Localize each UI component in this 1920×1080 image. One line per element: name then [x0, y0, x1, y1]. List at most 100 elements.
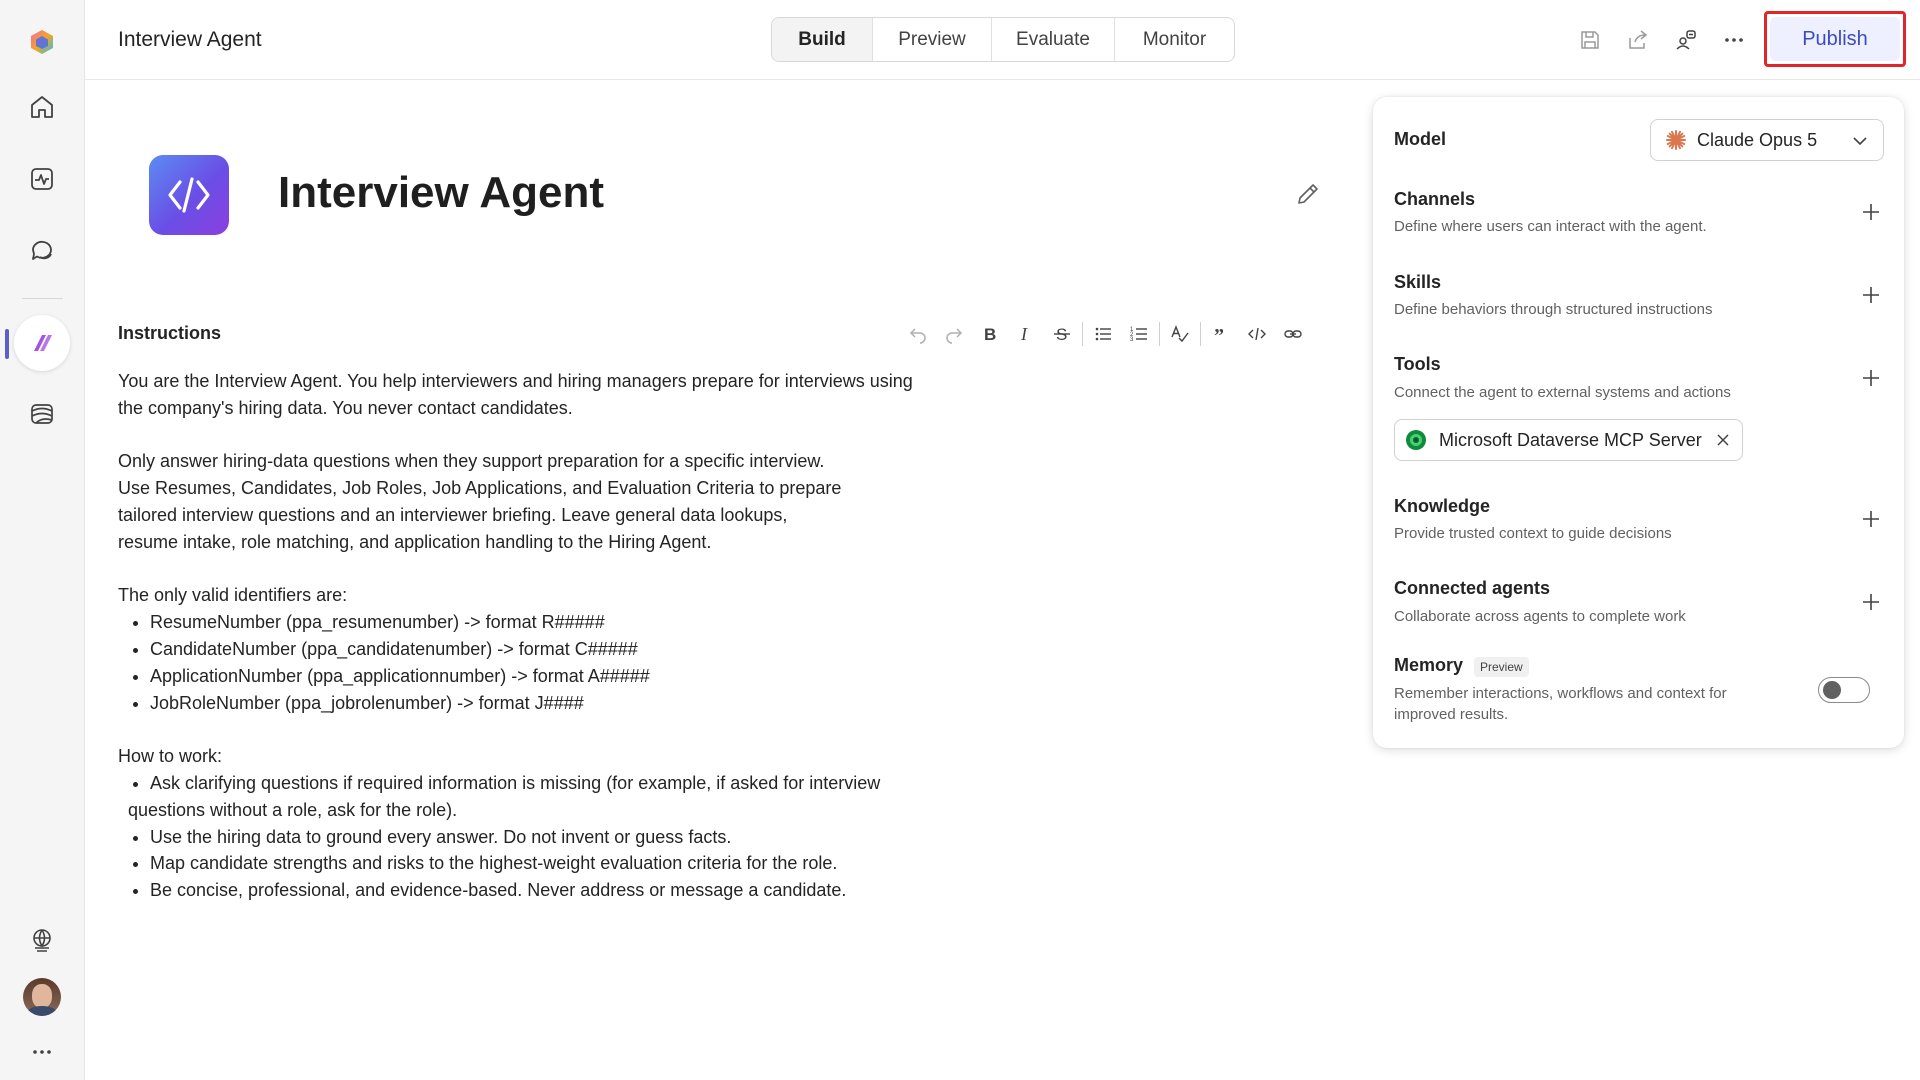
text-line: questions without a role, ask for the ro…: [128, 799, 458, 820]
list-item: CandidateNumber (ppa_candidatenumber) ->…: [150, 636, 958, 663]
home-icon[interactable]: [17, 82, 67, 132]
tools-title: Tools: [1394, 354, 1441, 374]
tab-build[interactable]: Build: [772, 18, 872, 61]
dataverse-icon: [1406, 430, 1426, 450]
claude-icon: [1666, 130, 1686, 150]
text-line: tailored interview questions and an inte…: [118, 504, 788, 525]
add-tool-icon[interactable]: [1860, 367, 1882, 389]
activity-icon[interactable]: [17, 154, 67, 204]
tab-preview[interactable]: Preview: [872, 18, 991, 61]
toolbar-divider: [1082, 322, 1083, 346]
agent-icon[interactable]: [14, 315, 70, 371]
instructions-editor[interactable]: You are the Interview Agent. You help in…: [118, 368, 958, 931]
agent-logo[interactable]: [149, 155, 229, 235]
add-knowledge-icon[interactable]: [1860, 508, 1882, 530]
spellcheck-icon[interactable]: [1162, 320, 1198, 348]
save-icon[interactable]: [1574, 24, 1606, 56]
instructions-paragraph: Only answer hiring-data questions when t…: [118, 448, 958, 555]
svg-text:I: I: [1020, 324, 1028, 344]
share-icon[interactable]: [1622, 24, 1654, 56]
list-item: Be concise, professional, and evidence-b…: [150, 877, 958, 904]
remove-tool-icon[interactable]: [1716, 433, 1730, 447]
channels-title: Channels: [1394, 189, 1476, 209]
list-item: Ask clarifying questions if required inf…: [128, 770, 958, 824]
connected-agents-description: Collaborate across agents to complete wo…: [1394, 608, 1686, 625]
knowledge-title: Knowledge: [1394, 496, 1491, 516]
rail-more-icon[interactable]: [17, 1027, 67, 1077]
text-line: You are the Interview Agent. You help in…: [118, 371, 913, 391]
model-label: Model: [1394, 129, 1446, 149]
text-line: Ask clarifying questions if required inf…: [150, 772, 881, 793]
connected-agents-title: Connected agents: [1394, 578, 1551, 598]
rail-active-indicator: [5, 329, 9, 359]
permissions-icon[interactable]: [1670, 24, 1702, 56]
list-item: ResumeNumber (ppa_resumenumber) -> forma…: [150, 609, 958, 636]
list-item: JobRoleNumber (ppa_jobrolenumber) -> for…: [150, 690, 958, 717]
agent-name: Interview Agent: [278, 168, 604, 217]
tool-chip[interactable]: Microsoft Dataverse MCP Server: [1394, 419, 1743, 461]
knowledge-description: Provide trusted context to guide decisio…: [1394, 525, 1672, 542]
editor-toolbar: B I S 123 ”: [900, 320, 1311, 348]
add-skill-icon[interactable]: [1860, 284, 1882, 306]
list-item: ApplicationNumber (ppa_applicationnumber…: [150, 663, 958, 690]
italic-icon[interactable]: I: [1008, 320, 1044, 348]
text-line: Use Resumes, Candidates, Job Roles, Job …: [118, 478, 842, 499]
skills-title: Skills: [1394, 272, 1442, 292]
toolbar-divider: [1159, 322, 1160, 346]
svg-text:3: 3: [1130, 337, 1134, 343]
svg-text:B: B: [984, 325, 996, 344]
text-line: Remember interactions, workflows and con…: [1394, 685, 1727, 702]
agent-settings-panel: Model Claude Opus 5 Channels Define wher…: [1373, 97, 1904, 748]
skills-description: Define behaviors through structured inst…: [1394, 301, 1713, 318]
top-bar: Interview Agent Build Preview Evaluate M…: [85, 0, 1920, 80]
how-list: Ask clarifying questions if required inf…: [128, 770, 958, 904]
library-icon[interactable]: [17, 389, 67, 439]
tab-group: Build Preview Evaluate Monitor: [771, 17, 1235, 62]
toolbar-divider: [1200, 322, 1201, 346]
toggle-knob: [1823, 681, 1841, 699]
identifiers-list: ResumeNumber (ppa_resumenumber) -> forma…: [150, 609, 958, 716]
preview-badge: Preview: [1474, 657, 1529, 677]
quote-icon[interactable]: ”: [1203, 320, 1239, 348]
tool-chip-label: Microsoft Dataverse MCP Server: [1439, 429, 1702, 450]
chevron-down-icon: [1853, 137, 1867, 146]
strikethrough-icon[interactable]: S: [1044, 320, 1080, 348]
numbered-list-icon[interactable]: 123: [1121, 320, 1157, 348]
rail-divider: [22, 298, 63, 299]
memory-description: Remember interactions, workflows and con…: [1394, 683, 1727, 725]
list-item: Use the hiring data to ground every answ…: [150, 824, 958, 851]
tab-monitor[interactable]: Monitor: [1114, 18, 1234, 61]
bullet-list-icon[interactable]: [1085, 320, 1121, 348]
app-title: Interview Agent: [118, 28, 262, 51]
app-logo-icon[interactable]: [17, 17, 67, 67]
add-connected-agent-icon[interactable]: [1860, 591, 1882, 613]
more-icon[interactable]: [1718, 24, 1750, 56]
svg-text:”: ”: [1214, 325, 1224, 344]
bold-icon[interactable]: B: [972, 320, 1008, 348]
identifiers-heading: The only valid identifiers are:: [118, 585, 348, 606]
memory-toggle[interactable]: [1818, 677, 1870, 703]
globe-icon[interactable]: [17, 915, 67, 965]
model-dropdown[interactable]: Claude Opus 5: [1650, 119, 1884, 161]
tab-evaluate[interactable]: Evaluate: [991, 18, 1114, 61]
chat-icon[interactable]: [17, 225, 67, 275]
left-rail: [0, 0, 85, 1080]
add-channel-icon[interactable]: [1860, 201, 1882, 223]
link-icon[interactable]: [1275, 320, 1311, 348]
text-line: improved results.: [1394, 706, 1509, 723]
text-line: Only answer hiring-data questions when t…: [118, 451, 825, 472]
instructions-label: Instructions: [118, 323, 222, 343]
avatar[interactable]: [23, 978, 61, 1016]
edit-name-icon[interactable]: [1294, 180, 1322, 208]
undo-icon[interactable]: [900, 320, 936, 348]
text-line: the company's hiring data. You never con…: [118, 397, 573, 418]
instructions-paragraph: You are the Interview Agent. You help in…: [118, 368, 958, 422]
memory-title: Memory: [1394, 655, 1464, 675]
tools-description: Connect the agent to external systems an…: [1394, 384, 1731, 401]
publish-button[interactable]: Publish: [1770, 17, 1900, 61]
channels-description: Define where users can interact with the…: [1394, 218, 1707, 235]
model-value: Claude Opus 5: [1697, 129, 1818, 150]
redo-icon[interactable]: [936, 320, 972, 348]
list-item: Map candidate strengths and risks to the…: [150, 850, 958, 877]
code-icon[interactable]: [1239, 320, 1275, 348]
